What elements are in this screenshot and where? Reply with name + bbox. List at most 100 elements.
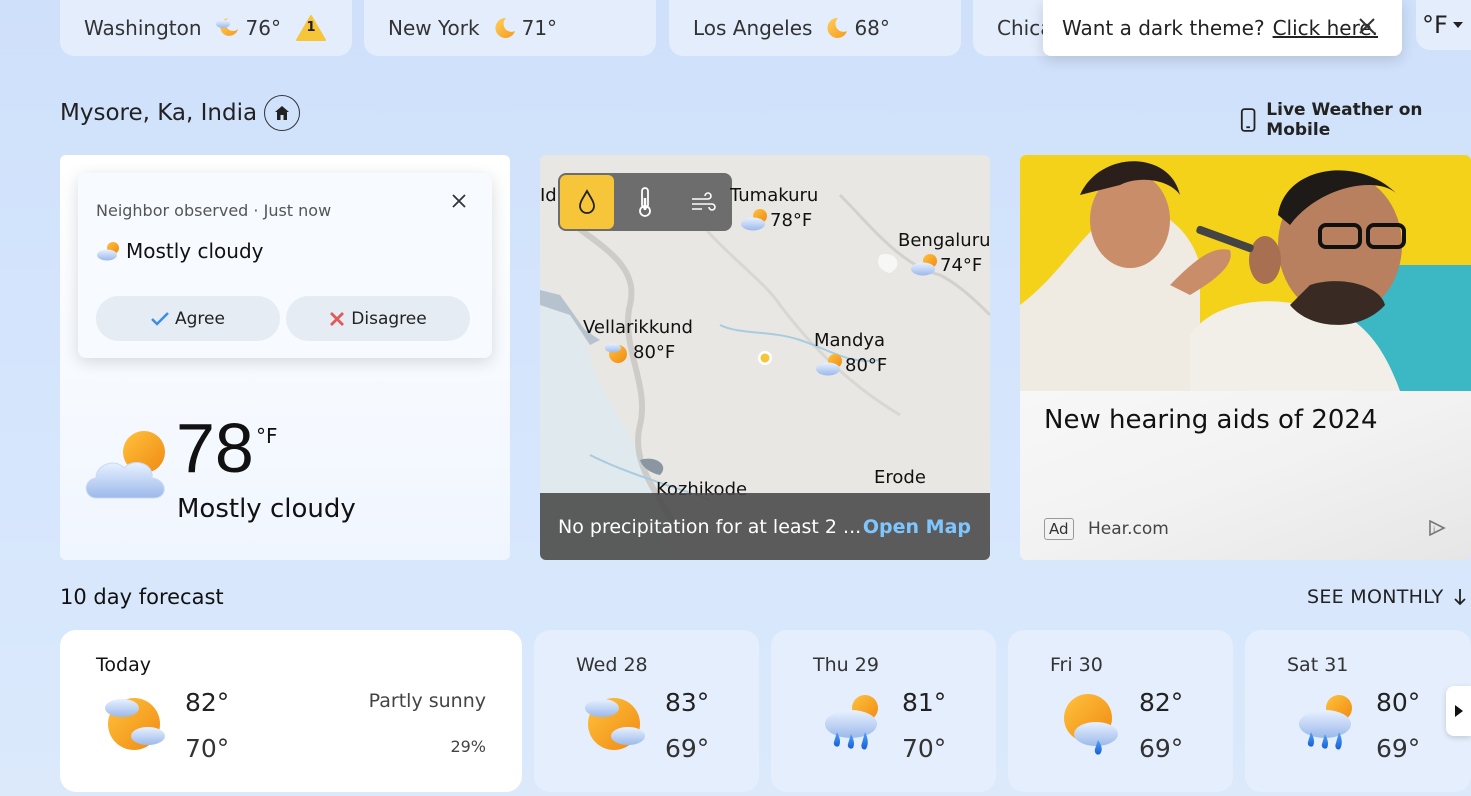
map-city-label: Vellarikkund: [583, 317, 693, 338]
partly-sunny-icon: [585, 698, 645, 750]
high-temp: 81°: [902, 688, 947, 717]
precip-chance: 29%: [450, 737, 486, 756]
arrow-down-icon: [1453, 589, 1466, 606]
mobile-link-label: Live Weather on Mobile: [1266, 100, 1423, 140]
ad-source: Hear.com: [1088, 519, 1169, 539]
wind-icon: [692, 192, 716, 211]
observation-header: Neighbor observed · Just now: [96, 201, 332, 220]
map-city-temp: 80°F: [815, 352, 887, 378]
see-monthly-button[interactable]: SEE MONTHLY: [1307, 586, 1466, 608]
map-city-label: Bengaluru: [898, 230, 990, 251]
precipitation-summary-bar: No precipitation for at least 2 ... Open…: [540, 493, 990, 560]
weather-map-card[interactable]: Idu Tumakuru 78°F Bengaluru 74°F Vellari…: [540, 155, 990, 560]
current-temperature: 78: [176, 409, 254, 487]
unit-toggle-button[interactable]: °F: [1416, 0, 1471, 50]
moon-icon: [824, 16, 848, 40]
ad-tag: Ad: [1044, 518, 1074, 540]
city-temp: 71°: [521, 16, 558, 40]
precipitation-layer-button[interactable]: [560, 175, 614, 229]
day-name: Today: [96, 654, 151, 676]
caret-down-icon: [1452, 22, 1463, 28]
neighbor-observation-popup: Neighbor observed · Just now Mostly clou…: [78, 173, 492, 358]
map-city-label: Mandya: [814, 330, 886, 351]
city-name: New York: [388, 16, 480, 40]
low-temp: 70°: [185, 734, 230, 763]
low-temp: 69°: [1139, 734, 1184, 763]
mostly-cloudy-icon: [816, 354, 842, 376]
current-condition: Mostly cloudy: [177, 494, 356, 524]
high-temp: 82°: [1139, 688, 1184, 717]
city-temp: 68°: [854, 16, 890, 40]
map-city-temp: 80°F: [603, 339, 675, 365]
close-icon[interactable]: [452, 193, 466, 212]
svg-text:i: i: [1433, 525, 1435, 534]
ad-choices-icon[interactable]: i: [1427, 519, 1447, 541]
phone-icon: [1240, 108, 1256, 132]
moon-icon: [492, 16, 516, 40]
droplet-icon: [579, 189, 595, 214]
ad-image: [1020, 155, 1471, 391]
warning-icon[interactable]: 1: [295, 14, 327, 42]
city-pill-new-york[interactable]: New York 71°: [364, 0, 656, 56]
city-pill-los-angeles[interactable]: Los Angeles 68°: [669, 0, 961, 56]
forecast-day-card[interactable]: Sat 31 80° 69°: [1245, 630, 1471, 792]
partly-sunny-icon: [605, 343, 627, 363]
day-name: Thu 29: [813, 654, 879, 676]
see-monthly-label: SEE MONTHLY: [1307, 586, 1444, 608]
mostly-cloudy-icon: [85, 431, 165, 499]
low-temp: 69°: [1376, 734, 1421, 763]
rain-showers-icon: [825, 695, 878, 750]
map-city-label: Idu: [540, 185, 558, 206]
mostly-cloudy-icon: [911, 254, 937, 276]
disagree-button[interactable]: Disagree: [286, 296, 470, 341]
close-icon[interactable]: [1358, 16, 1376, 40]
check-icon: [151, 311, 169, 326]
forecast-day-card[interactable]: Wed 28 83° 69°: [534, 630, 759, 792]
forecast-day-card[interactable]: Fri 30 82° 69°: [1008, 630, 1233, 792]
precipitation-summary: No precipitation for at least 2 ...: [558, 515, 862, 538]
ad-card[interactable]: New hearing aids of 2024 Ad Hear.com i: [1020, 155, 1471, 560]
forecast-next-button[interactable]: [1446, 686, 1471, 736]
thermometer-icon: [639, 187, 651, 217]
disagree-label: Disagree: [351, 308, 427, 329]
day-summary: Partly sunny: [368, 690, 486, 712]
alert-count: 1: [306, 20, 316, 35]
dark-theme-toast: Want a dark theme? Click here.: [1043, 0, 1402, 56]
forecast-day-card[interactable]: Thu 29 81° 70°: [771, 630, 996, 792]
forecast-day-today[interactable]: Today 82° 70° Partly sunny 29%: [60, 630, 522, 792]
map-city-label: Erode: [874, 467, 926, 488]
agree-button[interactable]: Agree: [96, 296, 280, 341]
low-temp: 70°: [902, 734, 947, 763]
wind-layer-button[interactable]: [674, 173, 732, 231]
forecast-title: 10 day forecast: [60, 585, 224, 609]
high-temp: 83°: [665, 688, 710, 717]
rain-showers-icon: [1299, 695, 1352, 750]
day-name: Wed 28: [576, 654, 648, 676]
observation-condition-text: Mostly cloudy: [126, 239, 264, 263]
day-name: Fri 30: [1050, 654, 1103, 676]
city-name: Los Angeles: [693, 16, 813, 40]
day-name: Sat 31: [1287, 654, 1349, 676]
mostly-cloudy-icon: [97, 242, 119, 261]
unit-label: °F: [1422, 11, 1448, 39]
open-map-link[interactable]: Open Map: [863, 516, 971, 538]
home-icon: [275, 106, 289, 120]
map-layer-toolbar: [558, 173, 732, 231]
sun-shower-icon: [1064, 694, 1118, 755]
map-city-temp: 74°F: [910, 252, 982, 278]
low-temp: 69°: [665, 734, 710, 763]
city-pill-washington[interactable]: Washington 76° 1: [60, 0, 352, 56]
city-temp: 76°: [245, 16, 281, 40]
home-button[interactable]: [264, 95, 300, 131]
live-weather-mobile-link[interactable]: Live Weather on Mobile: [1240, 100, 1471, 140]
agree-label: Agree: [175, 308, 225, 329]
current-temp-unit: °F: [256, 424, 278, 448]
high-temp: 80°: [1376, 688, 1421, 717]
ad-title[interactable]: New hearing aids of 2024: [1044, 405, 1378, 435]
partly-sunny-icon: [105, 698, 165, 750]
map-city-label: Tumakuru: [730, 185, 819, 206]
temperature-layer-button[interactable]: [616, 173, 674, 231]
high-temp: 82°: [185, 688, 230, 717]
location-title: Mysore, Ka, India: [60, 100, 258, 126]
city-name: Washington: [84, 16, 202, 40]
